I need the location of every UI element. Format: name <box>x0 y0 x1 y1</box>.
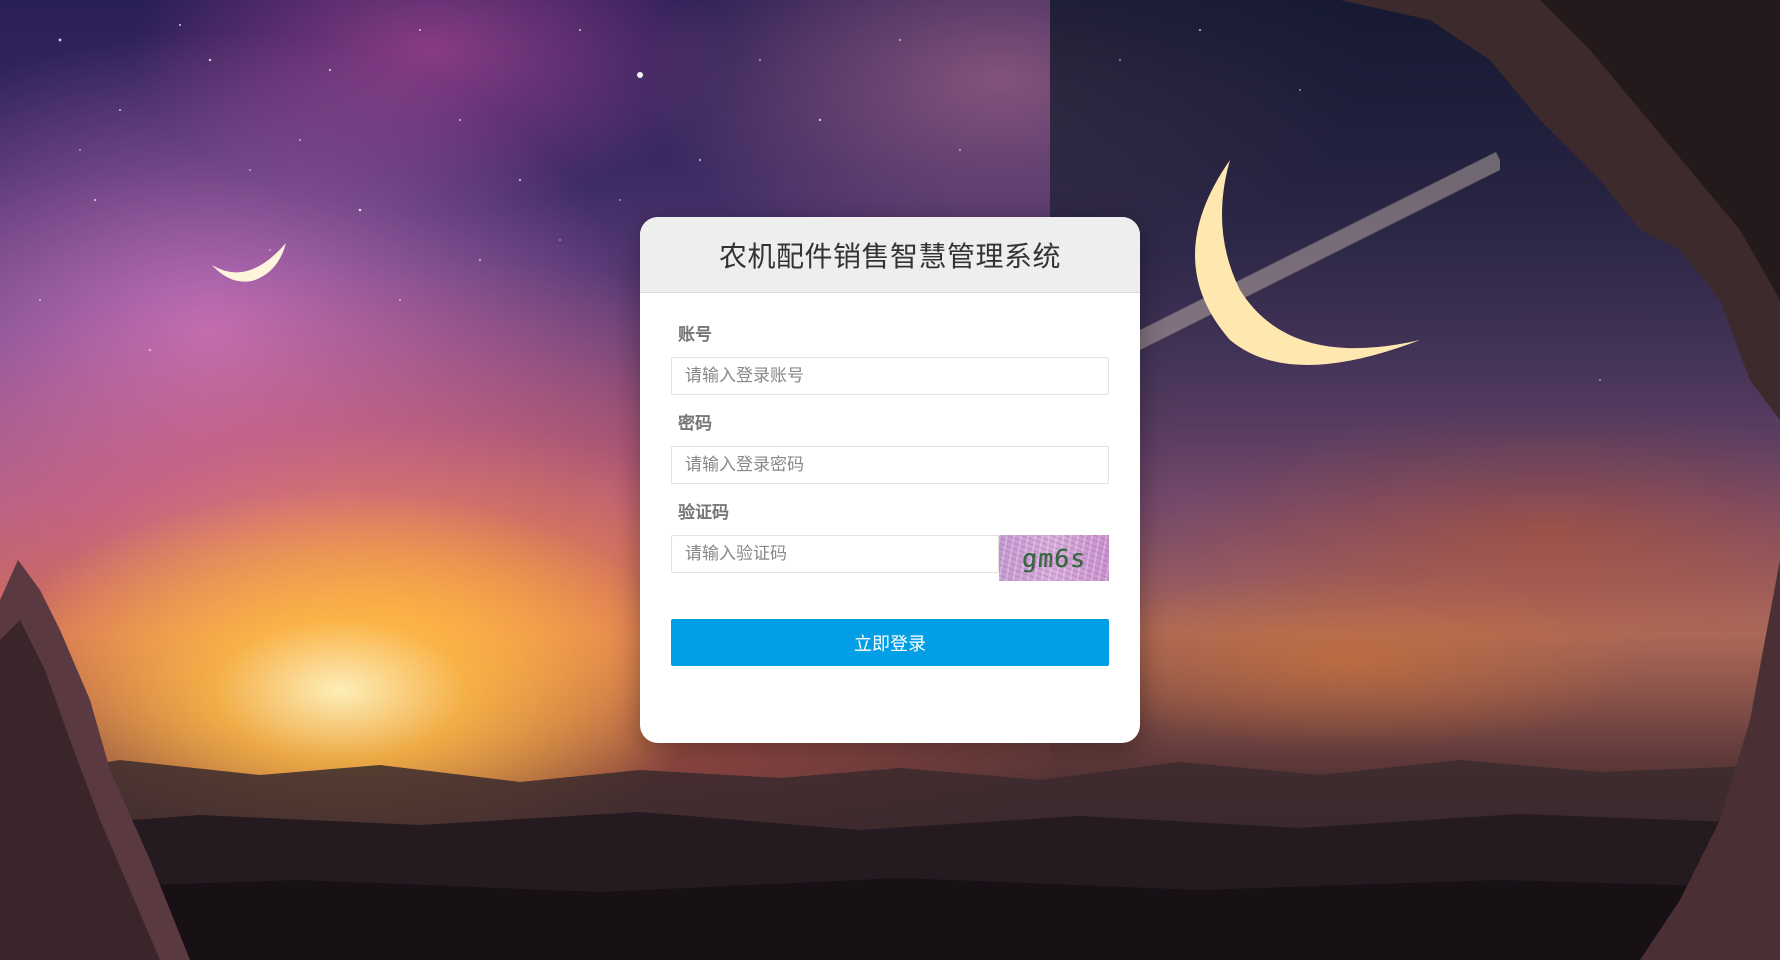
login-button[interactable]: 立即登录 <box>671 619 1109 666</box>
login-card-header: 农机配件销售智慧管理系统 <box>640 217 1140 293</box>
rock-left-decoration <box>0 560 190 960</box>
crescent-moon-small-decoration <box>212 243 286 282</box>
system-title: 农机配件销售智慧管理系统 <box>718 239 1061 273</box>
account-input[interactable] <box>671 357 1109 395</box>
login-form: 账号 密码 验证码 gm6s 立即登录 <box>640 293 1140 666</box>
captcha-input[interactable] <box>671 535 999 573</box>
captcha-image-text: gm6s <box>1020 543 1088 573</box>
login-card: 农机配件销售智慧管理系统 账号 密码 验证码 gm6s 立即登录 <box>640 217 1140 743</box>
crescent-moon-large-decoration <box>1120 151 1500 365</box>
captcha-label: 验证码 <box>678 503 729 523</box>
account-label: 账号 <box>678 325 712 345</box>
captcha-row: gm6s <box>671 535 1109 581</box>
password-input[interactable] <box>671 446 1109 484</box>
password-label: 密码 <box>678 414 712 434</box>
captcha-image[interactable]: gm6s <box>999 535 1109 581</box>
